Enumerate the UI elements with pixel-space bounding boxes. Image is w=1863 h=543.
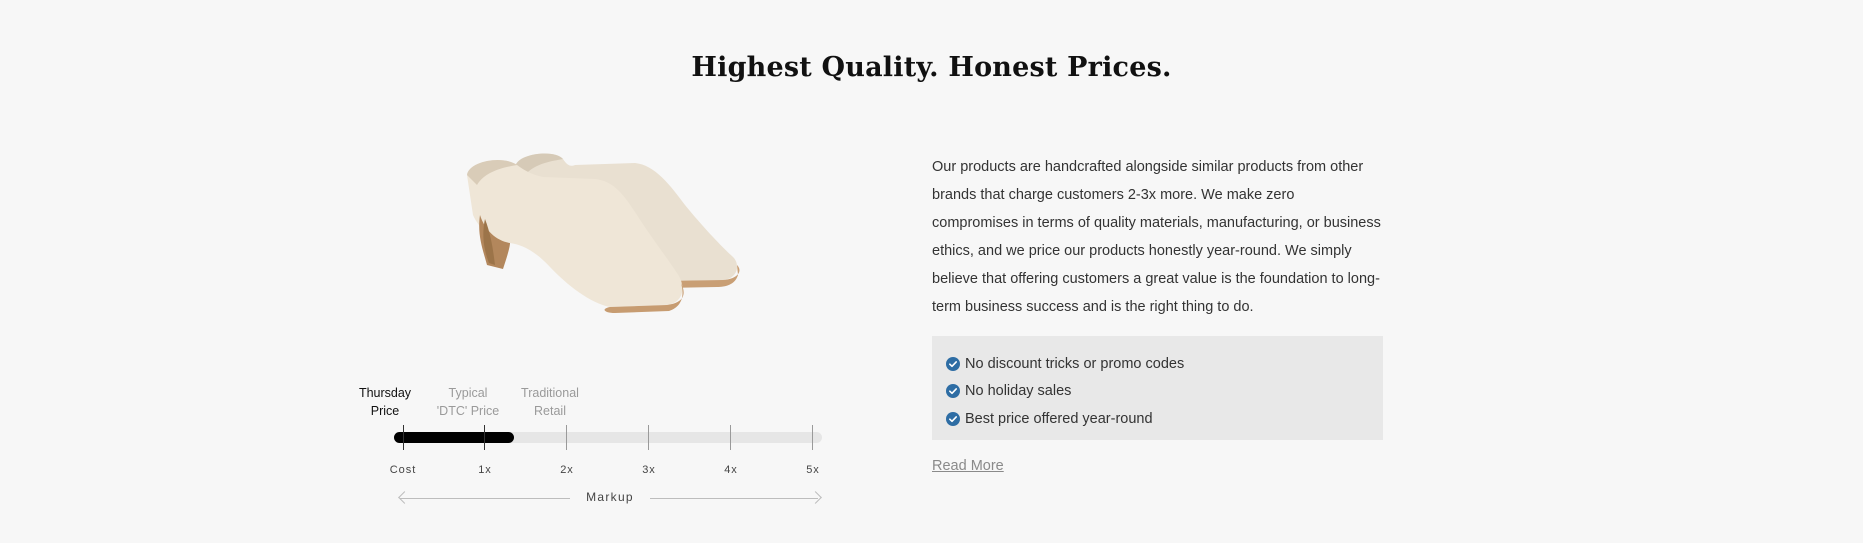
- price-markup-meter: Thursday Price Typical 'DTC' Price Tradi…: [359, 380, 840, 520]
- benefit-text: No discount tricks or promo codes: [965, 355, 1185, 372]
- scale-label-5x: 5x: [806, 464, 820, 476]
- check-circle-icon: [946, 356, 960, 371]
- benefits-box: No discount tricks or promo codes No hol…: [932, 336, 1383, 440]
- benefit-text: No holiday sales: [965, 383, 1072, 400]
- scale-label-1x: 1x: [478, 464, 492, 476]
- scale-label-3x: 3x: [642, 464, 656, 476]
- tick-5x: [812, 425, 813, 450]
- markup-line-left: [400, 498, 570, 499]
- tick-4x: [730, 425, 731, 450]
- thursday-markup-fill: [394, 432, 514, 443]
- check-circle-icon: [946, 384, 960, 399]
- scale-label-2x: 2x: [560, 464, 574, 476]
- tier-traditional-retail: Traditional Retail: [521, 386, 579, 418]
- tick-2x: [566, 425, 567, 450]
- markup-line-right: [650, 498, 818, 499]
- benefit-item: No holiday sales: [946, 378, 1369, 406]
- mule-shoes-image: [455, 145, 775, 350]
- tick-cost: [403, 425, 404, 450]
- scale-label-4x: 4x: [724, 464, 738, 476]
- markup-label: Markup: [586, 490, 634, 504]
- tick-1x: [484, 425, 485, 450]
- tick-3x: [648, 425, 649, 450]
- scale-label-cost: Cost: [389, 464, 417, 476]
- check-circle-icon: [946, 411, 960, 426]
- benefit-item: No discount tricks or promo codes: [946, 350, 1369, 378]
- product-description: Our products are handcrafted alongside s…: [932, 159, 1381, 315]
- benefit-text: Best price offered year-round: [965, 410, 1153, 427]
- read-more-link[interactable]: Read More: [932, 458, 1004, 474]
- arrow-right-icon: [809, 491, 822, 504]
- benefit-item: Best price offered year-round: [946, 405, 1369, 433]
- arrow-left-icon: [398, 491, 411, 504]
- page-title: Highest Quality. Honest Prices.: [691, 52, 1172, 83]
